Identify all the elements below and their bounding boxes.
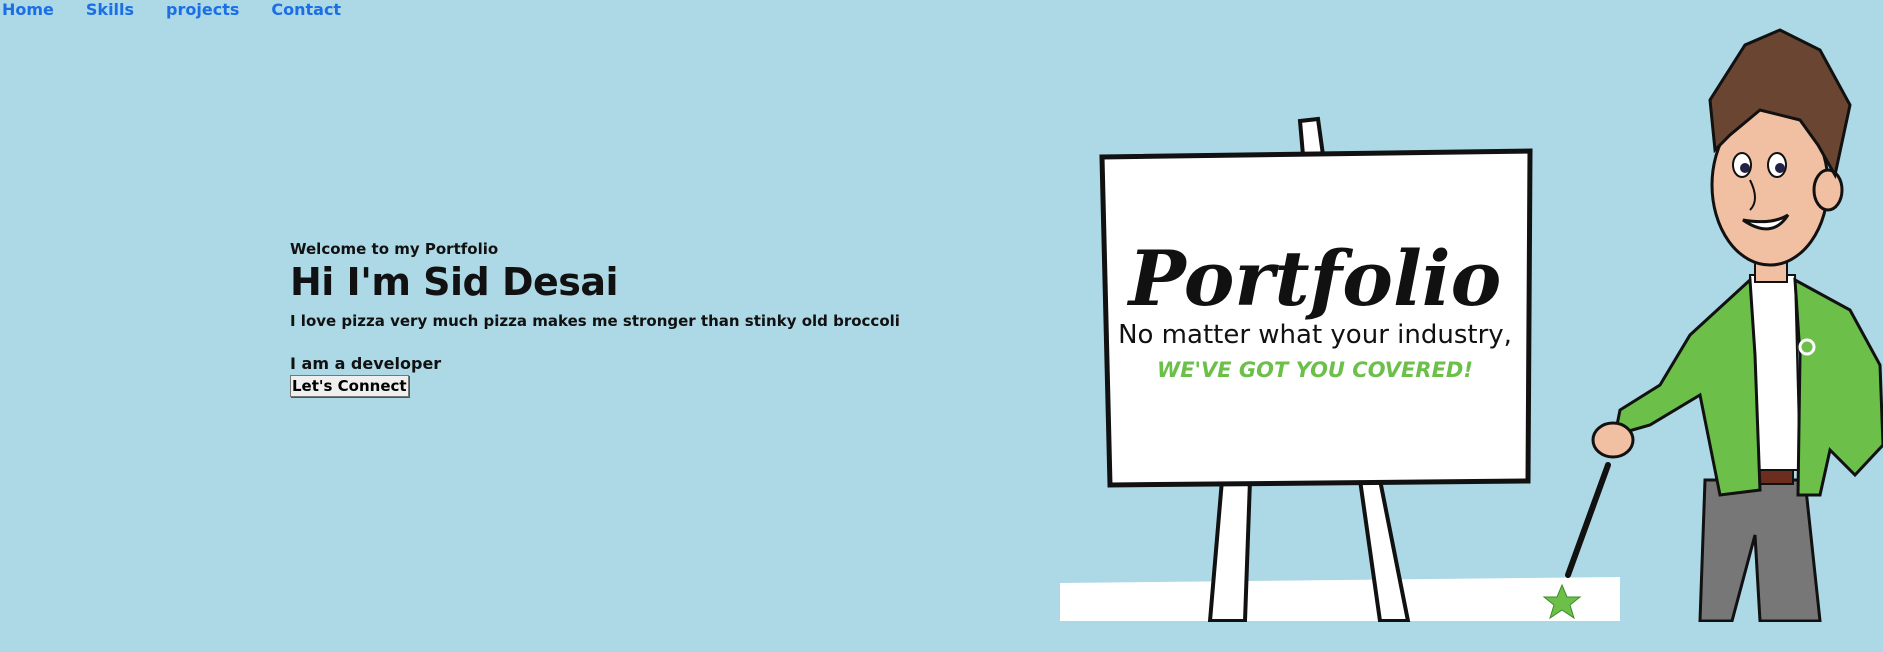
role-text: I am a developer: [290, 354, 442, 373]
nav-link-projects[interactable]: projects: [166, 0, 239, 19]
welcome-text: Welcome to my Portfolio: [290, 240, 499, 258]
page-title: Hi I'm Sid Desai: [290, 260, 619, 304]
top-nav: Home Skills projects Contact: [0, 0, 343, 19]
portfolio-illustration: Portfolio No matter what your industry, …: [1060, 28, 1883, 622]
easel-leg-left: [1207, 478, 1253, 622]
sign-title: Portfolio: [1127, 234, 1502, 323]
pointer-stick: [1565, 462, 1611, 578]
tagline-text: I love pizza very much pizza makes me st…: [290, 312, 900, 330]
sign-line2: WE'VE GOT YOU COVERED!: [1157, 358, 1473, 382]
hero-section: Welcome to my Portfolio Hi I'm Sid Desai…: [290, 240, 900, 397]
nav-link-skills[interactable]: Skills: [86, 0, 134, 19]
cartoon-character: [1591, 28, 1883, 622]
ground-strip: [1060, 577, 1620, 621]
sign-line1: No matter what your industry,: [1118, 320, 1512, 350]
easel-peg: [1297, 116, 1326, 157]
lets-connect-button[interactable]: Let's Connect: [290, 375, 409, 397]
nav-link-contact[interactable]: Contact: [271, 0, 341, 19]
nav-link-home[interactable]: Home: [2, 0, 54, 19]
